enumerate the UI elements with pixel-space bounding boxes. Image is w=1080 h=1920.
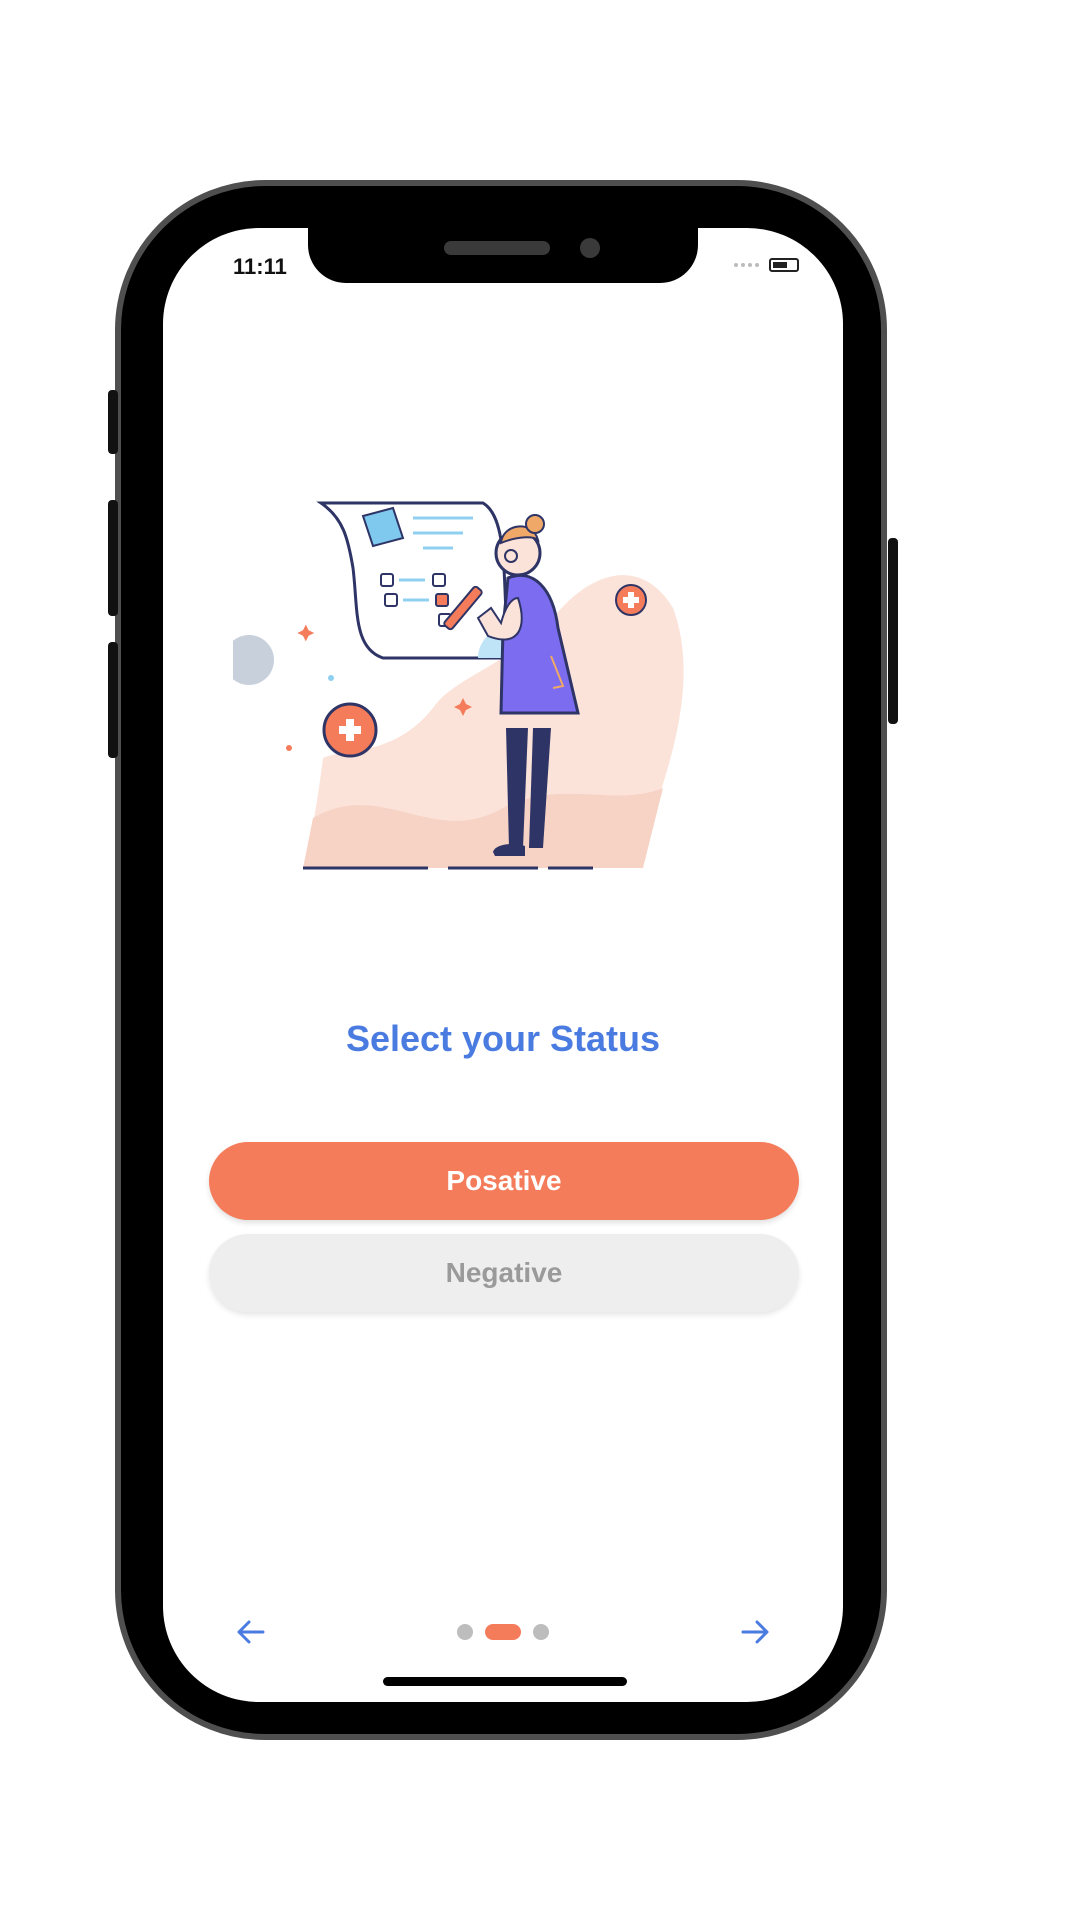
notch	[308, 228, 698, 283]
page-dot-active[interactable]	[485, 1624, 521, 1640]
speaker-grille	[444, 241, 550, 255]
volume-up-button	[108, 500, 118, 616]
gray-circle	[233, 635, 274, 685]
home-indicator[interactable]	[383, 1677, 627, 1686]
status-illustration	[233, 501, 684, 870]
power-button	[888, 538, 898, 724]
front-camera	[580, 238, 600, 258]
status-time: 11:11	[233, 254, 287, 279]
app-screen: 11:11 Select your Status Posative Negati…	[163, 228, 843, 1702]
signal-icon	[734, 263, 759, 267]
volume-down-button	[108, 642, 118, 758]
negative-button[interactable]: Negative	[209, 1234, 799, 1312]
arrow-right-icon[interactable]	[737, 1614, 773, 1650]
mute-switch	[108, 390, 118, 454]
battery-icon	[769, 258, 799, 272]
page-dot[interactable]	[533, 1624, 549, 1640]
status-icons	[734, 258, 799, 272]
page-dot[interactable]	[457, 1624, 473, 1640]
page-title: Select your Status	[345, 1018, 661, 1059]
positive-button[interactable]: Posative	[209, 1142, 799, 1220]
